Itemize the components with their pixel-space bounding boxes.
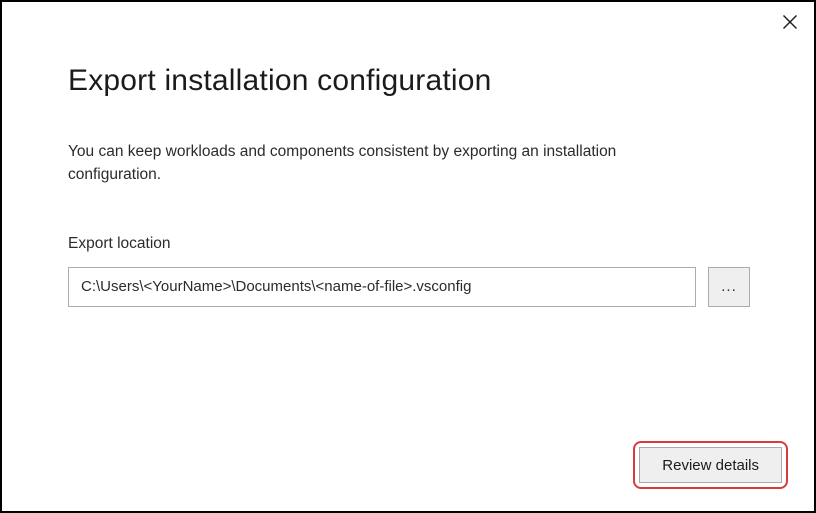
dialog-content: Export installation configuration You ca… — [2, 2, 814, 307]
export-location-label: Export location — [68, 235, 750, 253]
close-button[interactable] — [778, 10, 802, 34]
browse-button[interactable]: ... — [708, 267, 750, 307]
export-location-row: ... — [68, 267, 750, 307]
dialog-description: You can keep workloads and components co… — [68, 140, 688, 187]
export-location-input[interactable] — [68, 267, 696, 307]
review-details-button[interactable]: Review details — [639, 447, 782, 483]
dialog-title: Export installation configuration — [68, 64, 750, 98]
dialog-footer: Review details — [633, 441, 788, 489]
close-icon — [782, 14, 798, 30]
review-highlight-annotation: Review details — [633, 441, 788, 489]
